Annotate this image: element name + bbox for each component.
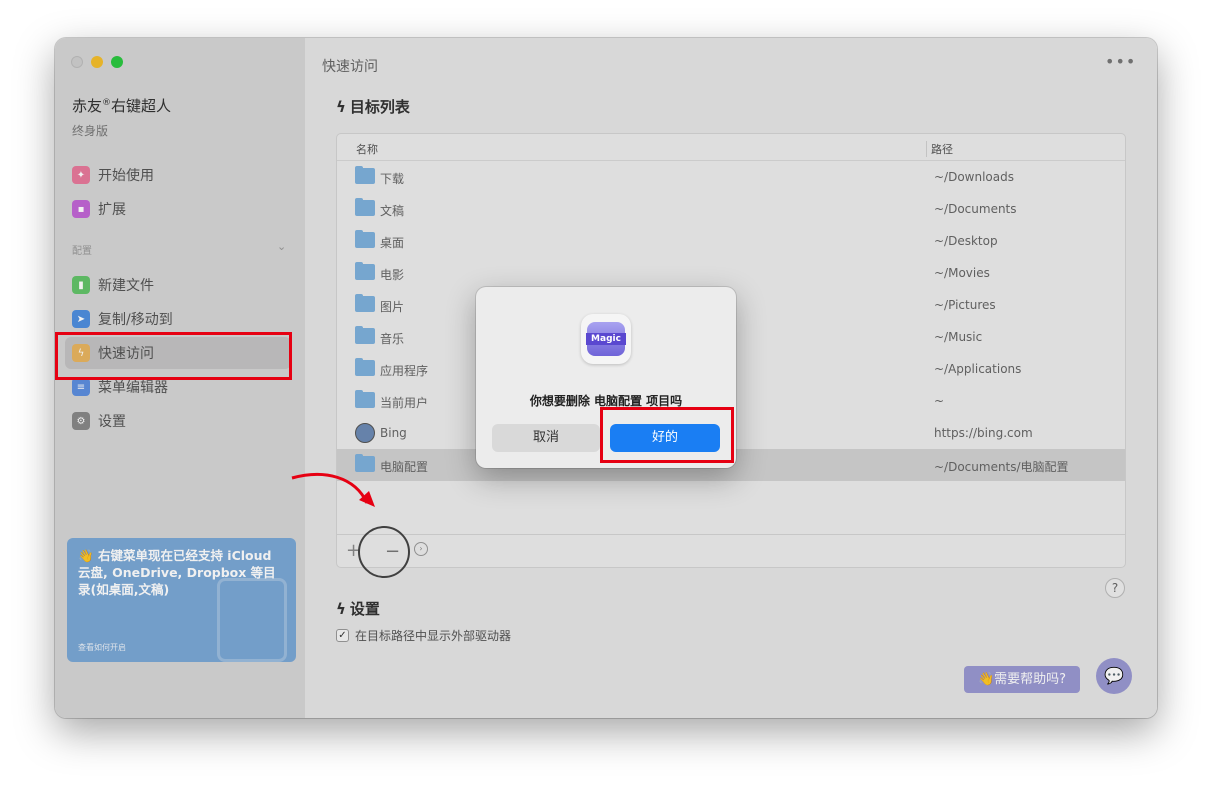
minimize-window-button[interactable] — [91, 56, 103, 68]
remove-button-highlight-circle — [358, 526, 410, 578]
bolt-icon: ϟ — [336, 599, 346, 618]
settings-heading: ϟ 设置 — [336, 599, 380, 619]
puzzle-icon: ▪ — [72, 200, 90, 218]
folder-icon — [355, 326, 375, 344]
sidebar-item-get-started[interactable]: ✦ 开始使用 — [65, 159, 291, 191]
folder-icon — [355, 262, 375, 280]
section-label-config: 配置 — [72, 246, 92, 257]
sidebar-item-quick-access[interactable]: ϟ 快速访问 — [65, 337, 291, 369]
show-external-drives-checkbox[interactable]: ✓ — [336, 629, 349, 642]
icloud-promo-card[interactable]: 👋 右键菜单现在已经支持 iCloud 云盘, OneDrive, Dropbo… — [67, 538, 296, 662]
checkbox-label: 在目标路径中显示外部驱动器 — [355, 629, 512, 643]
bolt-icon: ϟ — [336, 97, 346, 116]
folder-icon — [355, 230, 375, 248]
more-options-icon[interactable]: ••• — [1105, 52, 1136, 71]
folder-icon — [355, 198, 375, 216]
column-header-name[interactable]: 名称 — [356, 141, 378, 157]
sidebar-item-label: 设置 — [98, 414, 126, 430]
folder-icon — [355, 358, 375, 376]
sidebar-item-label: 新建文件 — [98, 278, 154, 294]
folder-icon — [355, 294, 375, 312]
promo-text: 👋 右键菜单现在已经支持 iCloud 云盘, OneDrive, Dropbo… — [78, 548, 276, 597]
folder-icon — [355, 390, 375, 408]
table-header: 名称 路径 — [337, 134, 1125, 161]
table-row[interactable]: 下载 ~/Downloads — [337, 161, 1125, 193]
close-window-button[interactable] — [71, 56, 83, 68]
app-edition: 终身版 — [72, 124, 109, 138]
need-help-button[interactable]: 👋需要帮助吗? — [964, 666, 1080, 693]
page-title: 快速访问 — [322, 59, 378, 75]
sidebar-item-label: 复制/移动到 — [98, 312, 173, 328]
delete-confirm-dialog: Magic 你想要删除 电脑配置 项目吗 取消 好的 — [476, 287, 736, 468]
sidebar: 赤友®右键超人 终身版 ✦ 开始使用 ▪ 扩展 配置 ⌄ ▮ 新建文件 ➤ 复制… — [55, 38, 305, 718]
send-icon: ➤ — [72, 310, 90, 328]
annotation-arrow — [291, 473, 375, 507]
show-external-drives-option[interactable]: ✓ 在目标路径中显示外部驱动器 — [336, 627, 511, 644]
sidebar-item-settings[interactable]: ⚙ 设置 — [65, 405, 291, 437]
new-file-icon: ▮ — [72, 276, 90, 294]
sidebar-item-new-file[interactable]: ▮ 新建文件 — [65, 269, 291, 301]
table-toolbar: + − › — [337, 534, 1125, 567]
table-row[interactable]: 电影 ~/Movies — [337, 257, 1125, 289]
sidebar-item-copy-move[interactable]: ➤ 复制/移动到 — [65, 303, 291, 335]
list-icon: ≡ — [72, 378, 90, 396]
cancel-button[interactable]: 取消 — [492, 424, 600, 452]
ok-button[interactable]: 好的 — [610, 424, 720, 452]
app-icon: Magic — [581, 314, 631, 364]
maximize-window-button[interactable] — [111, 56, 123, 68]
sidebar-item-extensions[interactable]: ▪ 扩展 — [65, 193, 291, 225]
globe-icon — [355, 423, 375, 443]
sidebar-item-label: 菜单编辑器 — [98, 380, 168, 396]
dialog-message: 你想要删除 电脑配置 项目吗 — [529, 394, 683, 408]
gear-icon: ⚙ — [72, 412, 90, 430]
bolt-icon: ϟ — [72, 344, 90, 362]
lightbulb-icon: ✦ — [72, 166, 90, 184]
table-row[interactable]: 文稿 ~/Documents — [337, 193, 1125, 225]
app-icon-label: Magic — [586, 333, 626, 345]
promo-link[interactable]: 查看如何开启 — [78, 642, 126, 653]
help-question-button[interactable]: ? — [1105, 578, 1125, 598]
app-title: 赤友®右键超人 — [72, 97, 172, 115]
more-actions-button[interactable]: › — [414, 542, 428, 556]
sidebar-item-label: 快速访问 — [98, 346, 154, 362]
sidebar-item-menu-editor[interactable]: ≡ 菜单编辑器 — [65, 371, 291, 403]
column-header-path[interactable]: 路径 — [926, 141, 953, 157]
sidebar-item-label: 开始使用 — [98, 168, 154, 184]
targets-heading: ϟ 目标列表 — [336, 97, 410, 117]
sidebar-item-label: 扩展 — [98, 202, 126, 218]
chat-icon[interactable]: 💬 — [1096, 658, 1132, 694]
table-row[interactable]: 桌面 ~/Desktop — [337, 225, 1125, 257]
folder-icon — [355, 166, 375, 184]
chevron-down-icon[interactable]: ⌄ — [277, 240, 286, 253]
